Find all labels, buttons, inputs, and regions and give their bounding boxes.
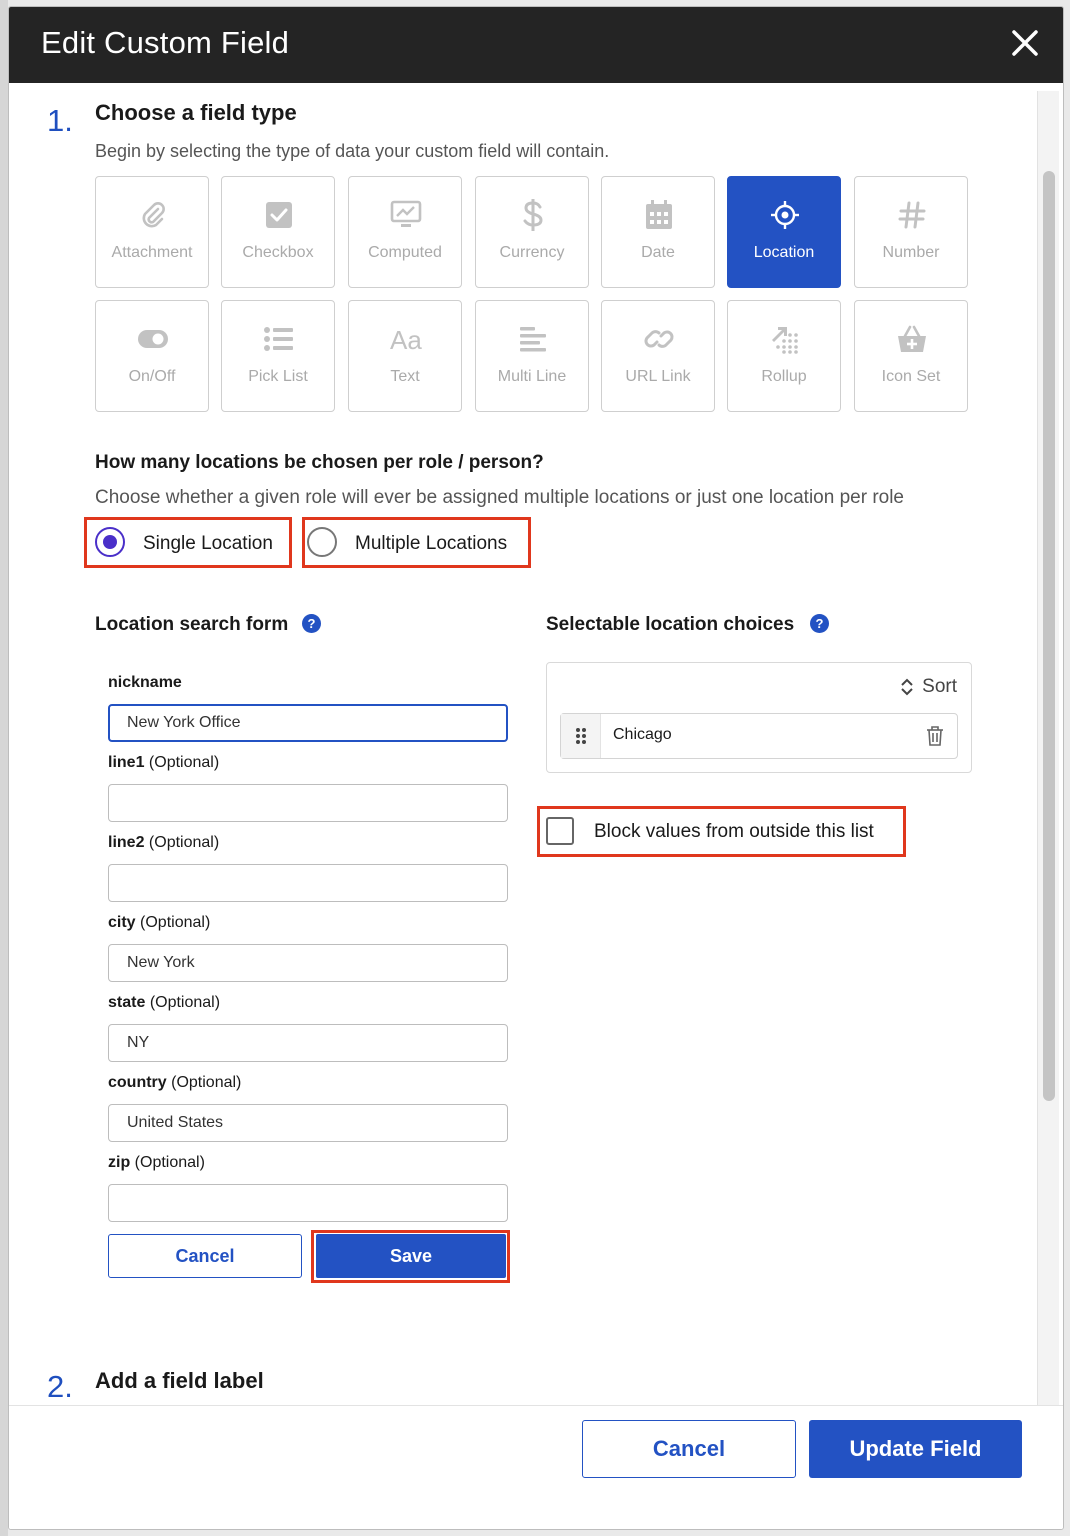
type-label: Attachment xyxy=(111,244,193,261)
type-label: Multi Line xyxy=(497,368,567,385)
monitor-chart-icon xyxy=(386,197,426,233)
type-label: Currency xyxy=(499,244,565,261)
list-item: Chicago xyxy=(560,713,958,759)
city-input[interactable]: New York xyxy=(108,944,508,982)
type-label: On/Off xyxy=(128,368,176,385)
sort-icon xyxy=(901,678,913,696)
multiple-locations-radio[interactable] xyxy=(307,527,337,557)
sort-label: Sort xyxy=(922,676,957,697)
type-tile-url-link[interactable]: URL Link xyxy=(601,300,715,412)
toggle-icon xyxy=(133,321,173,357)
type-tile-icon-set[interactable]: Icon Set xyxy=(854,300,968,412)
scrollbar[interactable] xyxy=(1037,91,1059,1407)
modal-header: Edit Custom Field xyxy=(9,7,1063,83)
trash-icon[interactable] xyxy=(925,725,945,747)
multiline-icon xyxy=(513,321,553,357)
city-label: city (Optional) xyxy=(108,914,211,931)
state-input[interactable]: NY xyxy=(108,1024,508,1062)
type-label: Computed xyxy=(368,244,442,261)
step-2-title: Add a field label xyxy=(95,1368,264,1393)
type-tile-location[interactable]: Location xyxy=(727,176,841,288)
type-label: Date xyxy=(641,244,675,261)
choice-label: Chicago xyxy=(613,726,672,743)
location-choices-title: Selectable location choices xyxy=(546,614,795,635)
type-label: Text xyxy=(390,368,420,385)
type-tile-pick-list[interactable]: Pick List xyxy=(221,300,335,412)
step-2-number: 2. xyxy=(47,1369,73,1404)
rollup-icon xyxy=(765,321,805,357)
nickname-input[interactable]: New York Office xyxy=(108,704,508,742)
type-tile-multi-line[interactable]: Multi Line xyxy=(475,300,589,412)
step-1-description: Begin by selecting the type of data your… xyxy=(95,141,610,161)
step-1-title: Choose a field type xyxy=(95,100,297,125)
text-aa-icon: Aa xyxy=(386,321,426,357)
line1-label: line1 (Optional) xyxy=(108,754,220,771)
crosshair-icon xyxy=(765,197,805,233)
paperclip-icon xyxy=(133,197,173,233)
dollar-icon xyxy=(513,197,553,233)
single-location-radio[interactable] xyxy=(95,527,125,557)
nickname-label: nickname xyxy=(108,674,182,691)
type-tile-currency[interactable]: Currency xyxy=(475,176,589,288)
help-icon[interactable]: ? xyxy=(810,614,829,633)
location-choices-panel: Sort Chicago xyxy=(546,662,972,773)
sort-button[interactable]: Sort xyxy=(900,675,957,699)
page-backdrop xyxy=(0,0,8,1536)
form-save-button[interactable]: Save xyxy=(316,1234,506,1278)
hash-icon xyxy=(892,197,932,233)
field-type-grid: Attachment Checkbox Computed Currency Da… xyxy=(95,176,969,412)
type-label: URL Link xyxy=(625,368,691,385)
country-label: country (Optional) xyxy=(108,1074,242,1091)
type-label: Icon Set xyxy=(881,368,941,385)
type-tile-rollup[interactable]: Rollup xyxy=(727,300,841,412)
link-icon xyxy=(639,321,679,357)
cancel-button[interactable]: Cancel xyxy=(582,1420,796,1478)
calendar-icon xyxy=(639,197,679,233)
checkbox-icon xyxy=(259,197,299,233)
locations-question-description: Choose whether a given role will ever be… xyxy=(95,487,905,508)
locations-question-title: How many locations be chosen per role / … xyxy=(95,452,544,473)
type-label: Pick List xyxy=(248,368,308,385)
location-search-form-title: Location search form xyxy=(95,614,289,635)
type-tile-text[interactable]: Aa Text xyxy=(348,300,462,412)
edit-custom-field-modal: Edit Custom Field 1. Choose a field type… xyxy=(8,6,1064,1530)
line1-input[interactable] xyxy=(108,784,508,822)
line2-label: line2 (Optional) xyxy=(108,834,220,851)
type-label: Rollup xyxy=(761,368,807,385)
multiple-locations-label[interactable]: Multiple Locations xyxy=(355,533,507,555)
modal-title: Edit Custom Field xyxy=(41,25,290,60)
list-icon xyxy=(259,321,299,357)
zip-label: zip (Optional) xyxy=(108,1154,205,1171)
type-tile-date[interactable]: Date xyxy=(601,176,715,288)
type-label: Checkbox xyxy=(242,244,314,261)
zip-input[interactable] xyxy=(108,1184,508,1222)
single-location-label[interactable]: Single Location xyxy=(143,533,273,555)
type-label: Number xyxy=(882,244,940,261)
scrollbar-thumb[interactable] xyxy=(1043,171,1055,1101)
type-tile-attachment[interactable]: Attachment xyxy=(95,176,209,288)
type-tile-checkbox[interactable]: Checkbox xyxy=(221,176,335,288)
basket-icon xyxy=(892,321,932,357)
drag-handle-icon[interactable] xyxy=(561,714,601,758)
state-label: state (Optional) xyxy=(108,994,221,1011)
line2-input[interactable] xyxy=(108,864,508,902)
update-field-button[interactable]: Update Field xyxy=(809,1420,1022,1478)
help-icon[interactable]: ? xyxy=(302,614,321,633)
close-icon[interactable] xyxy=(1005,23,1045,63)
form-cancel-button[interactable]: Cancel xyxy=(108,1234,302,1278)
country-input[interactable]: United States xyxy=(108,1104,508,1142)
svg-text:Aa: Aa xyxy=(390,325,422,353)
block-values-label[interactable]: Block values from outside this list xyxy=(594,821,874,843)
type-tile-on-off[interactable]: On/Off xyxy=(95,300,209,412)
block-values-checkbox[interactable] xyxy=(546,817,574,845)
step-1-number: 1. xyxy=(47,103,73,138)
type-tile-number[interactable]: Number xyxy=(854,176,968,288)
type-tile-computed[interactable]: Computed xyxy=(348,176,462,288)
type-label: Location xyxy=(753,244,815,261)
